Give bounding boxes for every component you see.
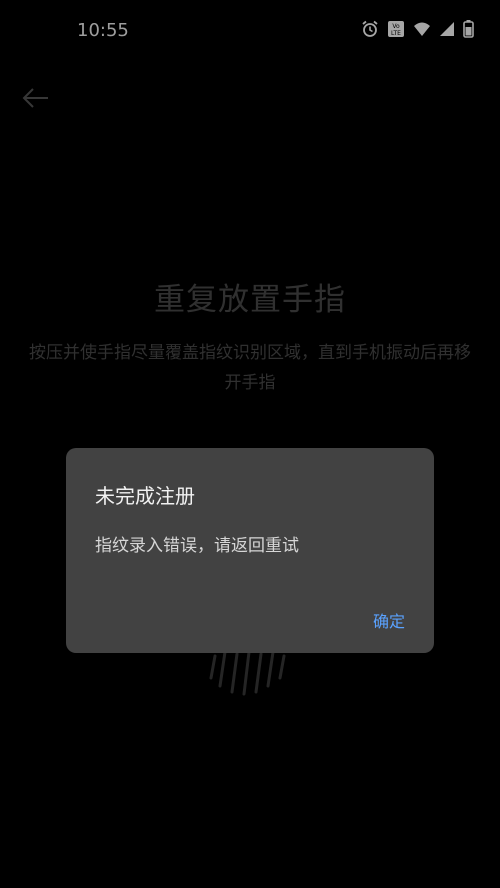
dialog-message: 指纹录入错误，请返回重试 xyxy=(95,536,299,556)
enrollment-failed-dialog: 未完成注册 指纹录入错误，请返回重试 确定 xyxy=(66,448,434,653)
dialog-scrim xyxy=(0,0,500,888)
dialog-title: 未完成注册 xyxy=(95,484,195,508)
confirm-button[interactable]: 确定 xyxy=(373,608,405,632)
